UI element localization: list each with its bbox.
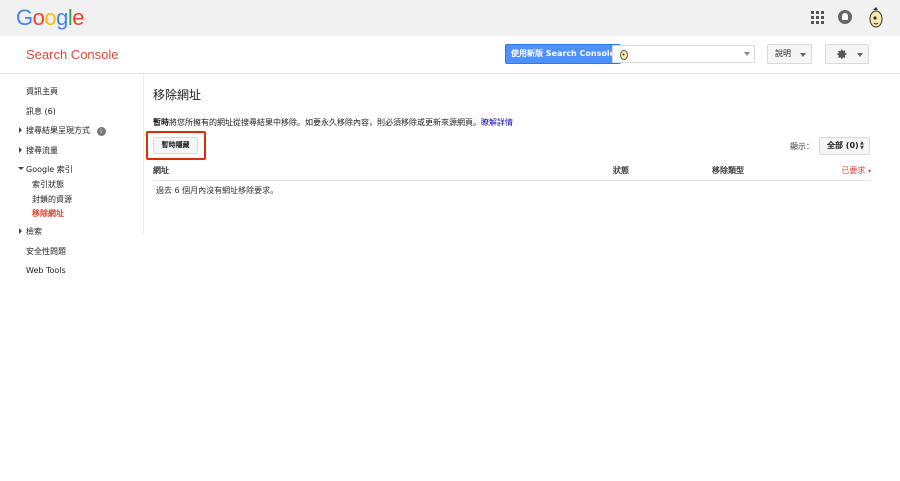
description-bold: 暫時 <box>153 118 169 127</box>
logo-letter: o <box>44 5 57 30</box>
sidebar-item-label: 搜尋流量 <box>26 146 58 155</box>
description-text: 將您所擁有的網址從搜尋結果中移除。如要永久移除內容，則必須移除或更新來源網頁。 <box>169 118 481 127</box>
logo-letter: o <box>32 5 45 30</box>
sidebar-item-dashboard[interactable]: 資訊主頁 <box>26 86 58 97</box>
filter-select[interactable]: 全部 (0) ▲ ▼ <box>819 137 870 155</box>
sidebar-subitem-remove-urls[interactable]: 移除網址 <box>32 208 64 219</box>
show-label: 顯示： <box>790 142 814 151</box>
product-title[interactable]: Search Console <box>26 47 119 62</box>
top-bar: Google <box>0 0 900 36</box>
logo-letter: G <box>16 5 33 30</box>
sidebar: 資訊主頁 訊息 (6) 搜尋結果呈現方式 i 搜尋流量 Google 索引 索引… <box>0 74 144 234</box>
page-title: 移除網址 <box>153 88 202 102</box>
learn-more-link[interactable]: 瞭解詳情 <box>481 118 513 127</box>
site-favicon-icon <box>620 50 628 60</box>
sidebar-item-crawl[interactable]: 檢索 <box>19 226 42 237</box>
column-header-status[interactable]: 狀態 <box>613 165 629 176</box>
column-header-requested[interactable]: 已要求 ▾ <box>841 165 871 176</box>
chevron-down-icon <box>18 167 24 170</box>
column-header-removal-type[interactable]: 移除類型 <box>712 165 744 176</box>
apps-icon[interactable] <box>811 10 824 24</box>
sidebar-item-google-index[interactable]: Google 索引 <box>18 164 73 175</box>
sidebar-item-security-issues[interactable]: 安全性問題 <box>26 246 66 257</box>
logo-letter: e <box>72 5 85 30</box>
chevron-right-icon <box>19 127 22 133</box>
chevron-down-icon <box>800 53 806 57</box>
sidebar-item-messages[interactable]: 訊息 (6) <box>26 106 56 117</box>
help-button-label: 說明 <box>775 49 791 58</box>
info-icon[interactable]: i <box>96 127 106 136</box>
chevron-down-icon <box>857 53 863 57</box>
google-logo[interactable]: Google <box>16 5 85 31</box>
settings-button[interactable] <box>825 44 869 64</box>
empty-table-message: 過去 6 個月內沒有網址移除要求。 <box>156 186 279 195</box>
sidebar-item-label: 檢索 <box>26 227 42 236</box>
chevron-down-icon <box>744 52 750 56</box>
top-icons <box>811 6 886 28</box>
sidebar-item-label: Google 索引 <box>26 165 73 174</box>
help-button[interactable]: 說明 <box>767 44 812 64</box>
gear-icon <box>837 49 847 59</box>
account-avatar-icon[interactable] <box>866 6 886 28</box>
sidebar-subitem-index-status[interactable]: 索引狀態 <box>32 179 64 190</box>
notifications-icon[interactable] <box>838 10 852 24</box>
column-header-requested-label: 已要求 <box>841 166 866 175</box>
sidebar-item-search-appearance[interactable]: 搜尋結果呈現方式 i <box>19 125 106 136</box>
temporarily-hide-button[interactable]: 暫時隱藏 <box>153 137 198 154</box>
site-selector[interactable] <box>612 45 755 63</box>
table-header: 網址 狀態 移除類型 已要求 ▾ <box>153 161 871 181</box>
page-description: 暫時將您所擁有的網址從搜尋結果中移除。如要永久移除內容，則必須移除或更新來源網頁… <box>153 117 513 128</box>
chevron-right-icon <box>19 228 22 234</box>
up-down-arrows-icon: ▲ ▼ <box>860 140 864 151</box>
header-bar: Search Console 使用新版 Search Console 說明 <box>0 36 900 74</box>
sidebar-subitem-blocked-resources[interactable]: 封鎖的資源 <box>32 194 72 205</box>
filter-select-value: 全部 (0) <box>827 141 859 150</box>
sidebar-item-search-traffic[interactable]: 搜尋流量 <box>19 145 58 156</box>
chevron-right-icon <box>19 147 22 153</box>
sidebar-item-web-tools[interactable]: Web Tools <box>26 266 66 275</box>
new-search-console-button[interactable]: 使用新版 Search Console <box>505 44 622 64</box>
sort-descending-icon: ▾ <box>867 168 871 175</box>
sidebar-item-label: 搜尋結果呈現方式 <box>26 126 90 135</box>
column-header-url[interactable]: 網址 <box>153 165 169 176</box>
logo-letter: g <box>56 5 68 30</box>
